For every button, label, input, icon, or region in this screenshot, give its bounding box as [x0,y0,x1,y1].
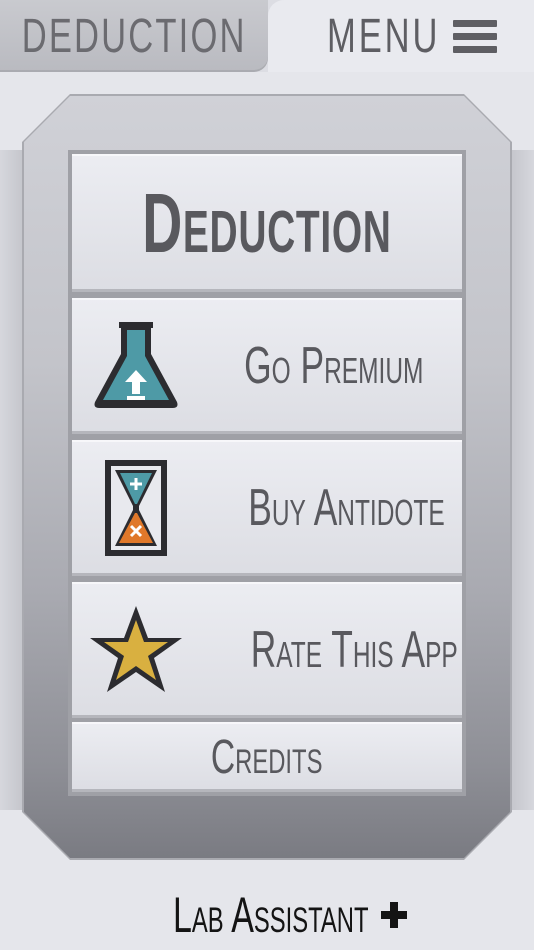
menu-title-text: Deduction [142,175,392,270]
credits-button[interactable]: Credits [72,722,462,792]
rate-app-label: Rate This App [250,621,458,679]
footer: Lab Assistant [0,880,534,950]
hamburger-menu-icon [452,18,497,54]
credits-label: Credits [211,730,323,784]
star-icon [88,598,184,702]
footer-label: Lab Assistant [173,887,369,943]
rate-app-button[interactable]: Rate This App [72,582,462,718]
buy-antidote-label: Buy Antidote [248,479,445,537]
tab-deduction-label: DEDUCTION [21,9,247,63]
plus-icon [380,902,407,928]
buy-antidote-button[interactable]: Buy Antidote [72,440,462,576]
tab-menu-label: MENU [327,9,441,63]
left-rail [0,150,24,810]
flask-upload-icon [88,314,184,418]
menu-title: Deduction [72,154,462,292]
tab-menu[interactable]: MENU [268,0,534,72]
right-rail [510,150,534,810]
go-premium-label: Go Premium [244,337,424,395]
tab-deduction[interactable]: DEDUCTION [0,0,268,72]
go-premium-button[interactable]: Go Premium [72,298,462,434]
hourglass-icon [88,456,184,560]
